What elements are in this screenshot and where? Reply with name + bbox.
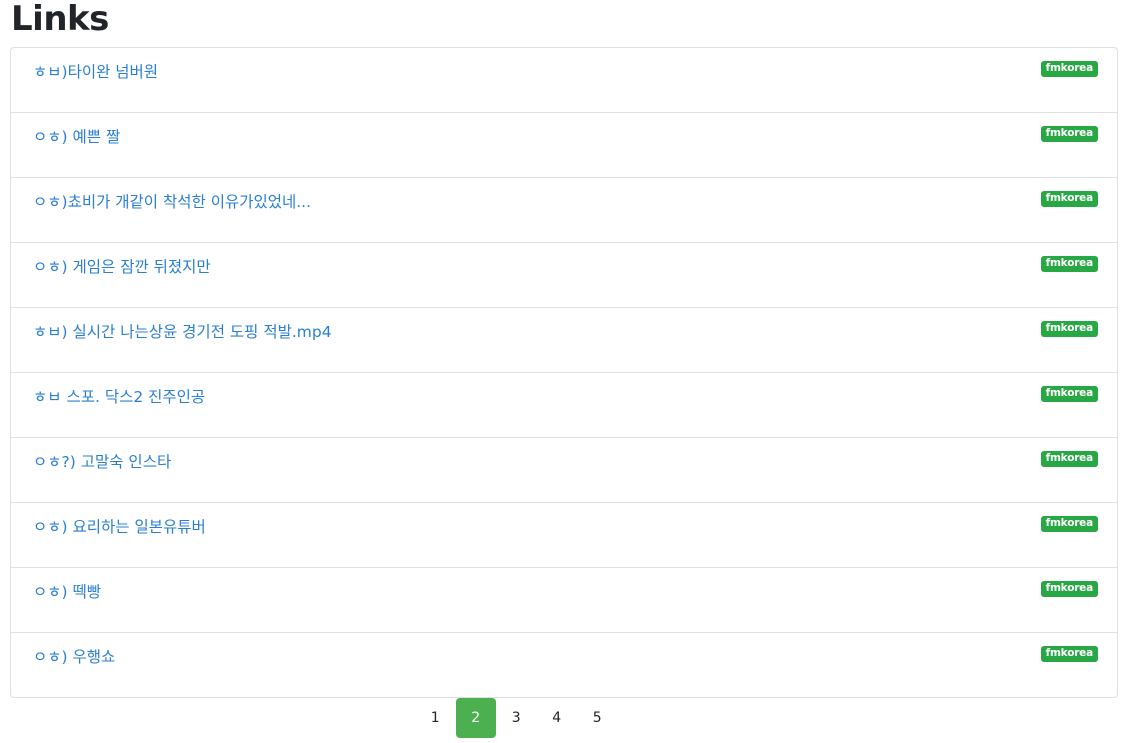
source-badge: fmkorea bbox=[1040, 61, 1098, 77]
list-item: ㅇㅎ) 요리하는 일본유튜버 fmkorea bbox=[11, 503, 1117, 568]
list-item: ㅎㅂ) 실시간 나는상윤 경기전 도핑 적발.mp4 fmkorea bbox=[11, 308, 1117, 373]
link-title[interactable]: ㅇㅎ) 우행쇼 bbox=[33, 646, 115, 668]
source-badge: fmkorea bbox=[1040, 126, 1098, 142]
list-item: ㅎㅂ 스포. 닥스2 진주인공 fmkorea bbox=[11, 373, 1117, 438]
source-badge: fmkorea bbox=[1040, 646, 1098, 662]
source-badge: fmkorea bbox=[1040, 581, 1098, 597]
source-badge: fmkorea bbox=[1040, 516, 1098, 532]
page-title: Links bbox=[11, 0, 109, 39]
link-title[interactable]: ㅇㅎ) 요리하는 일본유튜버 bbox=[33, 516, 206, 538]
source-badge: fmkorea bbox=[1040, 256, 1098, 272]
link-title[interactable]: ㅇㅎ?) 고말숙 인스타 bbox=[33, 451, 171, 473]
list-item: ㅎㅂ)타이완 넘버원 fmkorea bbox=[11, 48, 1117, 113]
source-badge: fmkorea bbox=[1040, 321, 1098, 337]
list-item: ㅇㅎ)쵸비가 개같이 착석한 이유가있었네... fmkorea bbox=[11, 178, 1117, 243]
page: Links ㅎㅂ)타이완 넘버원 fmkorea ㅇㅎ) 예쁜 짤 fmkore… bbox=[0, 0, 1136, 743]
link-title[interactable]: ㅇㅎ) 게임은 잠깐 뒤졌지만 bbox=[33, 256, 211, 278]
list-item: ㅇㅎ) 예쁜 짤 fmkorea bbox=[11, 113, 1117, 178]
page-button-4[interactable]: 4 bbox=[537, 698, 578, 738]
source-badge: fmkorea bbox=[1040, 191, 1098, 207]
link-title[interactable]: ㅎㅂ 스포. 닥스2 진주인공 bbox=[33, 386, 205, 408]
link-title[interactable]: ㅎㅂ)타이완 넘버원 bbox=[33, 61, 158, 83]
link-title[interactable]: ㅇㅎ) 떽빵 bbox=[33, 581, 101, 603]
pagination: 1 2 3 4 5 bbox=[415, 698, 618, 738]
page-button-3[interactable]: 3 bbox=[496, 698, 537, 738]
list-item: ㅇㅎ?) 고말숙 인스타 fmkorea bbox=[11, 438, 1117, 503]
list-item: ㅇㅎ) 떽빵 fmkorea bbox=[11, 568, 1117, 633]
link-title[interactable]: ㅇㅎ)쵸비가 개같이 착석한 이유가있었네... bbox=[33, 191, 311, 213]
links-list: ㅎㅂ)타이완 넘버원 fmkorea ㅇㅎ) 예쁜 짤 fmkorea ㅇㅎ)쵸… bbox=[10, 47, 1118, 698]
source-badge: fmkorea bbox=[1040, 386, 1098, 402]
link-title[interactable]: ㅇㅎ) 예쁜 짤 bbox=[33, 126, 120, 148]
list-item: ㅇㅎ) 우행쇼 fmkorea bbox=[11, 633, 1117, 697]
list-item: ㅇㅎ) 게임은 잠깐 뒤졌지만 fmkorea bbox=[11, 243, 1117, 308]
page-button-5[interactable]: 5 bbox=[577, 698, 618, 738]
source-badge: fmkorea bbox=[1040, 451, 1098, 467]
link-title[interactable]: ㅎㅂ) 실시간 나는상윤 경기전 도핑 적발.mp4 bbox=[33, 321, 332, 343]
page-button-1[interactable]: 1 bbox=[415, 698, 456, 738]
page-button-2[interactable]: 2 bbox=[455, 698, 496, 738]
